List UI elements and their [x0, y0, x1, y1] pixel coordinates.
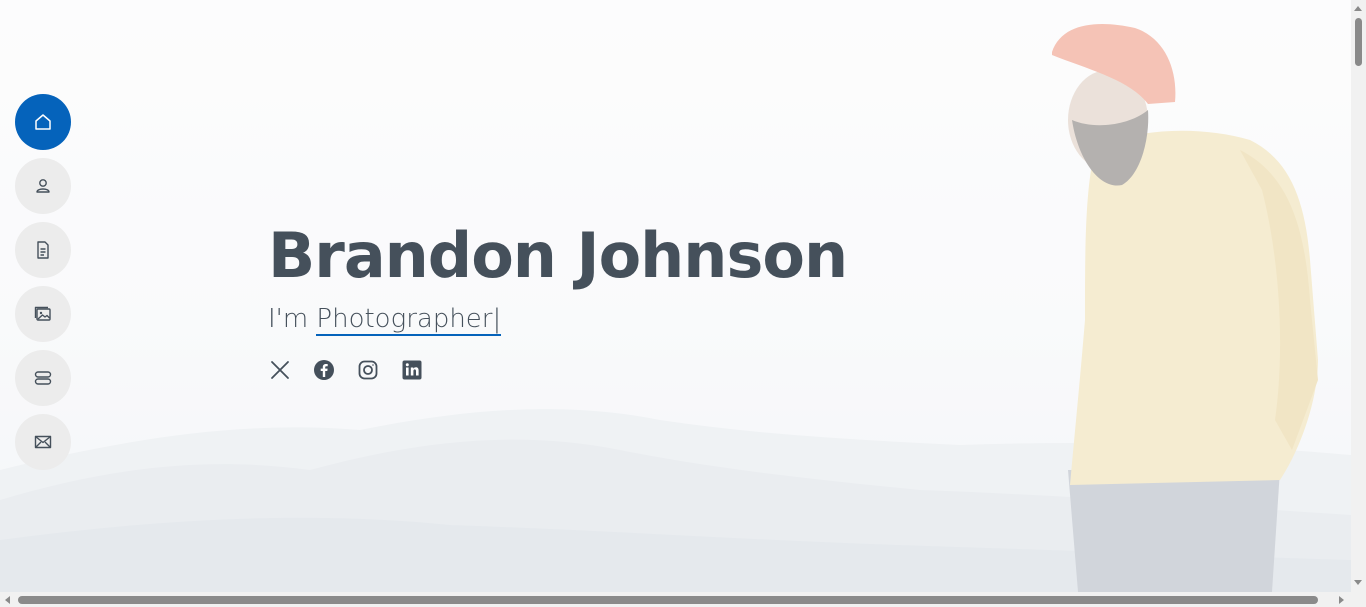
- scroll-down-arrow-icon[interactable]: [1354, 580, 1362, 585]
- file-text-icon: [37, 241, 49, 259]
- x-twitter-link[interactable]: [268, 358, 292, 382]
- server-icon: [34, 371, 52, 385]
- linkedin-icon: [402, 360, 422, 380]
- scroll-right-arrow-icon[interactable]: [1339, 596, 1344, 604]
- facebook-link[interactable]: [312, 358, 336, 382]
- nav-services-button[interactable]: [15, 350, 71, 406]
- typed-text: Photographer: [316, 304, 493, 334]
- side-navigation: [15, 94, 71, 470]
- scrollbar-corner: [1351, 592, 1366, 607]
- hero-prefix: I'm: [268, 304, 309, 334]
- nav-portfolio-button[interactable]: [15, 286, 71, 342]
- nav-home-button[interactable]: [15, 94, 71, 150]
- nav-resume-button[interactable]: [15, 222, 71, 278]
- house-icon: [35, 114, 51, 130]
- scroll-left-arrow-icon[interactable]: [5, 596, 10, 604]
- person-icon: [36, 179, 50, 193]
- typed-cursor: |: [492, 304, 502, 334]
- instagram-link[interactable]: [356, 358, 380, 382]
- hero-name: Brandon Johnson: [268, 219, 848, 292]
- instagram-icon: [358, 360, 378, 380]
- envelope-icon: [34, 435, 52, 449]
- facebook-icon: [314, 360, 334, 380]
- nav-about-button[interactable]: [15, 158, 71, 214]
- typed-role: Photographer|: [316, 304, 502, 336]
- x-twitter-icon: [271, 361, 289, 379]
- hero-content: Brandon Johnson I'm Photographer|: [268, 218, 848, 382]
- linkedin-link[interactable]: [400, 358, 424, 382]
- social-links: [268, 358, 847, 382]
- vertical-scrollbar[interactable]: [1351, 0, 1366, 592]
- scroll-up-arrow-icon[interactable]: [1354, 6, 1362, 11]
- images-icon: [34, 306, 51, 321]
- horizontal-scrollbar[interactable]: [0, 592, 1351, 607]
- nav-contact-button[interactable]: [15, 414, 71, 470]
- hero-subtitle: I'm Photographer|: [268, 302, 847, 336]
- horizontal-scrollbar-thumb[interactable]: [18, 596, 1318, 604]
- vertical-scrollbar-thumb[interactable]: [1355, 18, 1362, 66]
